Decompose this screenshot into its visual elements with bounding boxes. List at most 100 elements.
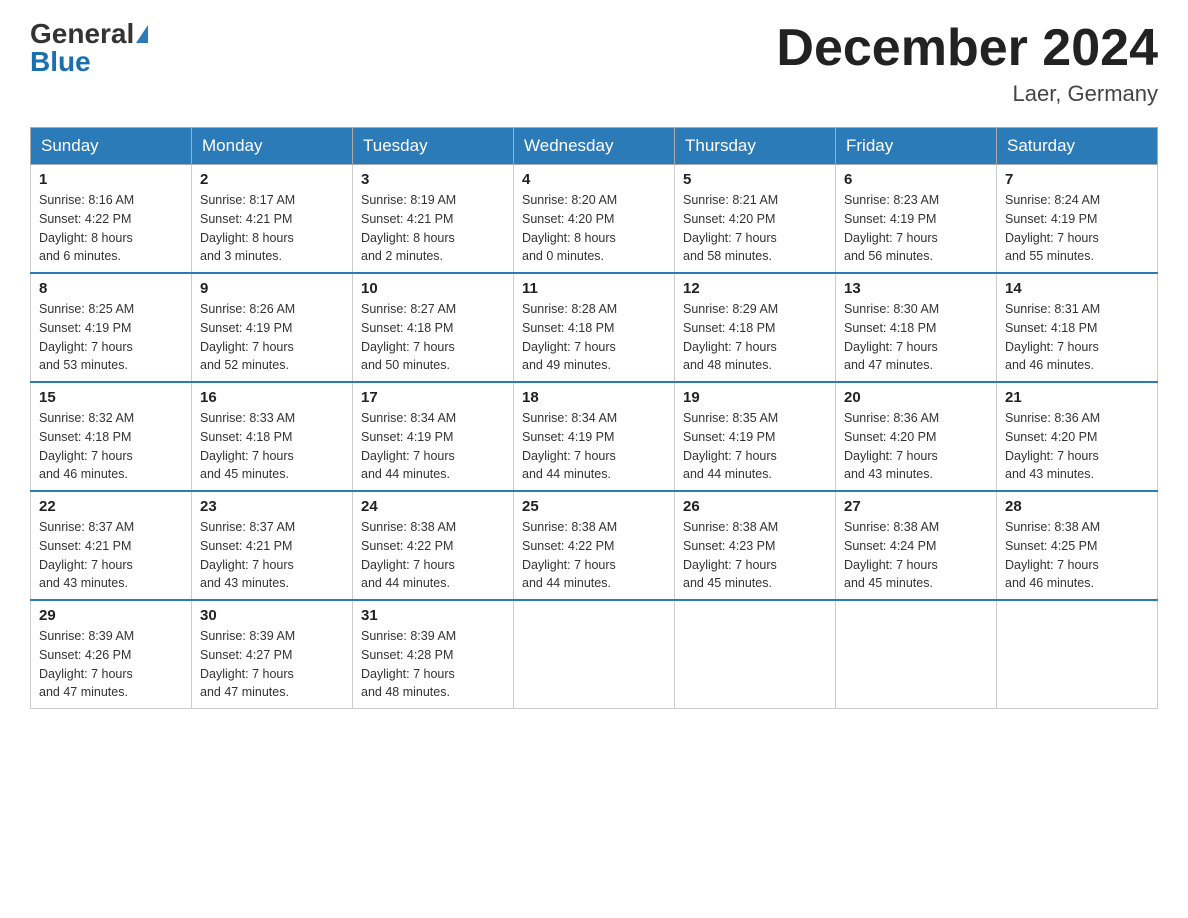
day-info: Sunrise: 8:36 AMSunset: 4:20 PMDaylight:… bbox=[1005, 409, 1149, 484]
day-info: Sunrise: 8:34 AMSunset: 4:19 PMDaylight:… bbox=[361, 409, 505, 484]
weekday-header-tuesday: Tuesday bbox=[353, 128, 514, 165]
calendar-cell: 13 Sunrise: 8:30 AMSunset: 4:18 PMDaylig… bbox=[836, 273, 997, 382]
day-info: Sunrise: 8:37 AMSunset: 4:21 PMDaylight:… bbox=[39, 518, 183, 593]
weekday-header-thursday: Thursday bbox=[675, 128, 836, 165]
day-number: 29 bbox=[39, 607, 183, 624]
logo: General Blue bbox=[30, 20, 148, 76]
calendar-week-row: 8 Sunrise: 8:25 AMSunset: 4:19 PMDayligh… bbox=[31, 273, 1158, 382]
day-info: Sunrise: 8:30 AMSunset: 4:18 PMDaylight:… bbox=[844, 300, 988, 375]
day-info: Sunrise: 8:38 AMSunset: 4:24 PMDaylight:… bbox=[844, 518, 988, 593]
day-info: Sunrise: 8:27 AMSunset: 4:18 PMDaylight:… bbox=[361, 300, 505, 375]
calendar-cell: 14 Sunrise: 8:31 AMSunset: 4:18 PMDaylig… bbox=[997, 273, 1158, 382]
day-number: 19 bbox=[683, 389, 827, 406]
calendar-cell bbox=[675, 600, 836, 709]
day-info: Sunrise: 8:25 AMSunset: 4:19 PMDaylight:… bbox=[39, 300, 183, 375]
day-number: 1 bbox=[39, 171, 183, 188]
day-info: Sunrise: 8:35 AMSunset: 4:19 PMDaylight:… bbox=[683, 409, 827, 484]
page-header: General Blue December 2024 Laer, Germany bbox=[30, 20, 1158, 107]
day-info: Sunrise: 8:28 AMSunset: 4:18 PMDaylight:… bbox=[522, 300, 666, 375]
day-info: Sunrise: 8:31 AMSunset: 4:18 PMDaylight:… bbox=[1005, 300, 1149, 375]
day-number: 8 bbox=[39, 280, 183, 297]
day-info: Sunrise: 8:32 AMSunset: 4:18 PMDaylight:… bbox=[39, 409, 183, 484]
day-info: Sunrise: 8:37 AMSunset: 4:21 PMDaylight:… bbox=[200, 518, 344, 593]
day-number: 4 bbox=[522, 171, 666, 188]
day-info: Sunrise: 8:38 AMSunset: 4:25 PMDaylight:… bbox=[1005, 518, 1149, 593]
calendar-week-row: 29 Sunrise: 8:39 AMSunset: 4:26 PMDaylig… bbox=[31, 600, 1158, 709]
calendar-cell: 2 Sunrise: 8:17 AMSunset: 4:21 PMDayligh… bbox=[192, 165, 353, 274]
day-number: 7 bbox=[1005, 171, 1149, 188]
calendar-cell: 30 Sunrise: 8:39 AMSunset: 4:27 PMDaylig… bbox=[192, 600, 353, 709]
calendar-cell: 21 Sunrise: 8:36 AMSunset: 4:20 PMDaylig… bbox=[997, 382, 1158, 491]
day-info: Sunrise: 8:39 AMSunset: 4:27 PMDaylight:… bbox=[200, 627, 344, 702]
calendar-cell: 26 Sunrise: 8:38 AMSunset: 4:23 PMDaylig… bbox=[675, 491, 836, 600]
weekday-header-monday: Monday bbox=[192, 128, 353, 165]
calendar-cell: 1 Sunrise: 8:16 AMSunset: 4:22 PMDayligh… bbox=[31, 165, 192, 274]
day-number: 23 bbox=[200, 498, 344, 515]
calendar-cell: 18 Sunrise: 8:34 AMSunset: 4:19 PMDaylig… bbox=[514, 382, 675, 491]
day-number: 6 bbox=[844, 171, 988, 188]
calendar-cell: 15 Sunrise: 8:32 AMSunset: 4:18 PMDaylig… bbox=[31, 382, 192, 491]
logo-blue-text: Blue bbox=[30, 48, 91, 76]
day-info: Sunrise: 8:33 AMSunset: 4:18 PMDaylight:… bbox=[200, 409, 344, 484]
day-number: 16 bbox=[200, 389, 344, 406]
calendar-cell: 19 Sunrise: 8:35 AMSunset: 4:19 PMDaylig… bbox=[675, 382, 836, 491]
calendar-cell: 9 Sunrise: 8:26 AMSunset: 4:19 PMDayligh… bbox=[192, 273, 353, 382]
day-info: Sunrise: 8:36 AMSunset: 4:20 PMDaylight:… bbox=[844, 409, 988, 484]
weekday-header-friday: Friday bbox=[836, 128, 997, 165]
day-number: 9 bbox=[200, 280, 344, 297]
calendar-week-row: 1 Sunrise: 8:16 AMSunset: 4:22 PMDayligh… bbox=[31, 165, 1158, 274]
day-number: 12 bbox=[683, 280, 827, 297]
title-section: December 2024 Laer, Germany bbox=[776, 20, 1158, 107]
day-number: 24 bbox=[361, 498, 505, 515]
calendar-cell bbox=[514, 600, 675, 709]
calendar-week-row: 22 Sunrise: 8:37 AMSunset: 4:21 PMDaylig… bbox=[31, 491, 1158, 600]
day-number: 28 bbox=[1005, 498, 1149, 515]
day-info: Sunrise: 8:38 AMSunset: 4:23 PMDaylight:… bbox=[683, 518, 827, 593]
logo-triangle-icon bbox=[136, 25, 148, 43]
calendar-cell: 6 Sunrise: 8:23 AMSunset: 4:19 PMDayligh… bbox=[836, 165, 997, 274]
day-info: Sunrise: 8:38 AMSunset: 4:22 PMDaylight:… bbox=[361, 518, 505, 593]
logo-general-text: General bbox=[30, 20, 134, 48]
calendar-cell bbox=[836, 600, 997, 709]
day-number: 25 bbox=[522, 498, 666, 515]
calendar-cell: 29 Sunrise: 8:39 AMSunset: 4:26 PMDaylig… bbox=[31, 600, 192, 709]
calendar-cell: 27 Sunrise: 8:38 AMSunset: 4:24 PMDaylig… bbox=[836, 491, 997, 600]
calendar-cell bbox=[997, 600, 1158, 709]
location-text: Laer, Germany bbox=[776, 81, 1158, 107]
calendar-cell: 10 Sunrise: 8:27 AMSunset: 4:18 PMDaylig… bbox=[353, 273, 514, 382]
day-number: 17 bbox=[361, 389, 505, 406]
weekday-header-wednesday: Wednesday bbox=[514, 128, 675, 165]
calendar-cell: 22 Sunrise: 8:37 AMSunset: 4:21 PMDaylig… bbox=[31, 491, 192, 600]
day-number: 3 bbox=[361, 171, 505, 188]
day-number: 31 bbox=[361, 607, 505, 624]
day-info: Sunrise: 8:38 AMSunset: 4:22 PMDaylight:… bbox=[522, 518, 666, 593]
day-number: 2 bbox=[200, 171, 344, 188]
day-number: 10 bbox=[361, 280, 505, 297]
day-number: 5 bbox=[683, 171, 827, 188]
weekday-header-row: SundayMondayTuesdayWednesdayThursdayFrid… bbox=[31, 128, 1158, 165]
month-title: December 2024 bbox=[776, 20, 1158, 77]
calendar-cell: 3 Sunrise: 8:19 AMSunset: 4:21 PMDayligh… bbox=[353, 165, 514, 274]
day-info: Sunrise: 8:21 AMSunset: 4:20 PMDaylight:… bbox=[683, 191, 827, 266]
calendar-cell: 16 Sunrise: 8:33 AMSunset: 4:18 PMDaylig… bbox=[192, 382, 353, 491]
day-info: Sunrise: 8:19 AMSunset: 4:21 PMDaylight:… bbox=[361, 191, 505, 266]
day-number: 27 bbox=[844, 498, 988, 515]
calendar-table: SundayMondayTuesdayWednesdayThursdayFrid… bbox=[30, 127, 1158, 709]
calendar-cell: 11 Sunrise: 8:28 AMSunset: 4:18 PMDaylig… bbox=[514, 273, 675, 382]
day-number: 26 bbox=[683, 498, 827, 515]
calendar-cell: 12 Sunrise: 8:29 AMSunset: 4:18 PMDaylig… bbox=[675, 273, 836, 382]
day-info: Sunrise: 8:16 AMSunset: 4:22 PMDaylight:… bbox=[39, 191, 183, 266]
calendar-week-row: 15 Sunrise: 8:32 AMSunset: 4:18 PMDaylig… bbox=[31, 382, 1158, 491]
day-number: 22 bbox=[39, 498, 183, 515]
day-number: 14 bbox=[1005, 280, 1149, 297]
calendar-cell: 17 Sunrise: 8:34 AMSunset: 4:19 PMDaylig… bbox=[353, 382, 514, 491]
day-info: Sunrise: 8:29 AMSunset: 4:18 PMDaylight:… bbox=[683, 300, 827, 375]
calendar-cell: 5 Sunrise: 8:21 AMSunset: 4:20 PMDayligh… bbox=[675, 165, 836, 274]
calendar-cell: 7 Sunrise: 8:24 AMSunset: 4:19 PMDayligh… bbox=[997, 165, 1158, 274]
weekday-header-saturday: Saturday bbox=[997, 128, 1158, 165]
day-number: 13 bbox=[844, 280, 988, 297]
day-number: 15 bbox=[39, 389, 183, 406]
day-number: 11 bbox=[522, 280, 666, 297]
day-info: Sunrise: 8:24 AMSunset: 4:19 PMDaylight:… bbox=[1005, 191, 1149, 266]
day-info: Sunrise: 8:26 AMSunset: 4:19 PMDaylight:… bbox=[200, 300, 344, 375]
